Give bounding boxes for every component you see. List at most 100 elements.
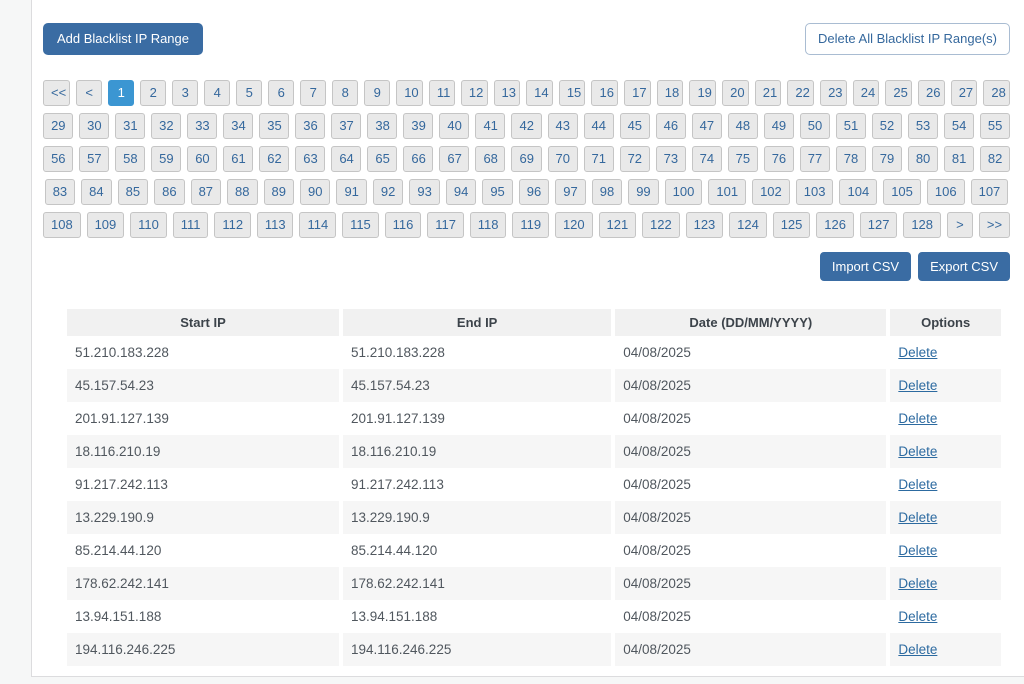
pagination-page-31[interactable]: 31 [115, 113, 145, 139]
pagination-page-114[interactable]: 114 [299, 212, 336, 238]
pagination-page-22[interactable]: 22 [787, 80, 814, 106]
add-blacklist-ip-range-button[interactable]: Add Blacklist IP Range [43, 23, 203, 55]
pagination-page-71[interactable]: 71 [584, 146, 614, 172]
pagination-page-85[interactable]: 85 [118, 179, 148, 205]
pagination-page-68[interactable]: 68 [475, 146, 505, 172]
pagination-page-121[interactable]: 121 [599, 212, 637, 238]
pagination-page-8[interactable]: 8 [332, 80, 358, 106]
pagination-page-108[interactable]: 108 [43, 212, 81, 238]
pagination-page-91[interactable]: 91 [336, 179, 366, 205]
pagination-next[interactable]: > [947, 212, 973, 238]
pagination-page-7[interactable]: 7 [300, 80, 326, 106]
pagination-page-87[interactable]: 87 [191, 179, 221, 205]
pagination-page-3[interactable]: 3 [172, 80, 198, 106]
pagination-page-81[interactable]: 81 [944, 146, 974, 172]
pagination-page-97[interactable]: 97 [555, 179, 585, 205]
pagination-page-66[interactable]: 66 [403, 146, 433, 172]
pagination-page-84[interactable]: 84 [81, 179, 111, 205]
pagination-page-98[interactable]: 98 [592, 179, 622, 205]
pagination-page-5[interactable]: 5 [236, 80, 262, 106]
pagination-page-14[interactable]: 14 [526, 80, 553, 106]
pagination-page-52[interactable]: 52 [872, 113, 902, 139]
pagination-page-47[interactable]: 47 [692, 113, 722, 139]
pagination-page-59[interactable]: 59 [151, 146, 181, 172]
pagination-page-51[interactable]: 51 [836, 113, 866, 139]
pagination-page-125[interactable]: 125 [773, 212, 811, 238]
pagination-page-61[interactable]: 61 [223, 146, 253, 172]
pagination-page-15[interactable]: 15 [559, 80, 586, 106]
pagination-page-92[interactable]: 92 [373, 179, 403, 205]
delete-link[interactable]: Delete [898, 642, 937, 657]
pagination-page-128[interactable]: 128 [903, 212, 941, 238]
pagination-page-4[interactable]: 4 [204, 80, 230, 106]
pagination-page-96[interactable]: 96 [519, 179, 549, 205]
pagination-page-50[interactable]: 50 [800, 113, 830, 139]
pagination-page-45[interactable]: 45 [620, 113, 650, 139]
pagination-first[interactable]: << [43, 80, 70, 106]
pagination-page-73[interactable]: 73 [656, 146, 686, 172]
pagination-page-89[interactable]: 89 [264, 179, 294, 205]
pagination-page-29[interactable]: 29 [43, 113, 73, 139]
pagination-page-105[interactable]: 105 [883, 179, 921, 205]
pagination-page-43[interactable]: 43 [548, 113, 578, 139]
pagination-page-12[interactable]: 12 [461, 80, 488, 106]
pagination-page-40[interactable]: 40 [439, 113, 469, 139]
pagination-page-82[interactable]: 82 [980, 146, 1010, 172]
pagination-page-21[interactable]: 21 [755, 80, 782, 106]
pagination-page-53[interactable]: 53 [908, 113, 938, 139]
pagination-page-74[interactable]: 74 [692, 146, 722, 172]
pagination-page-49[interactable]: 49 [764, 113, 794, 139]
pagination-page-70[interactable]: 70 [548, 146, 578, 172]
pagination-page-32[interactable]: 32 [151, 113, 181, 139]
delete-link[interactable]: Delete [898, 576, 937, 591]
delete-link[interactable]: Delete [898, 543, 937, 558]
pagination-page-118[interactable]: 118 [470, 212, 507, 238]
pagination-page-62[interactable]: 62 [259, 146, 289, 172]
delete-link[interactable]: Delete [898, 444, 937, 459]
pagination-page-28[interactable]: 28 [983, 80, 1010, 106]
delete-link[interactable]: Delete [898, 378, 937, 393]
pagination-page-86[interactable]: 86 [154, 179, 184, 205]
pagination-page-104[interactable]: 104 [839, 179, 877, 205]
pagination-page-112[interactable]: 112 [214, 212, 251, 238]
pagination-page-16[interactable]: 16 [591, 80, 618, 106]
pagination-page-24[interactable]: 24 [853, 80, 880, 106]
pagination-page-79[interactable]: 79 [872, 146, 902, 172]
pagination-page-64[interactable]: 64 [331, 146, 361, 172]
pagination-page-36[interactable]: 36 [295, 113, 325, 139]
pagination-page-115[interactable]: 115 [342, 212, 379, 238]
pagination-page-110[interactable]: 110 [130, 212, 167, 238]
pagination-page-83[interactable]: 83 [45, 179, 75, 205]
pagination-page-9[interactable]: 9 [364, 80, 390, 106]
pagination-page-95[interactable]: 95 [482, 179, 512, 205]
pagination-page-107[interactable]: 107 [971, 179, 1009, 205]
pagination-page-17[interactable]: 17 [624, 80, 651, 106]
import-csv-button[interactable]: Import CSV [820, 252, 911, 282]
pagination-page-42[interactable]: 42 [511, 113, 541, 139]
pagination-page-27[interactable]: 27 [951, 80, 978, 106]
pagination-page-34[interactable]: 34 [223, 113, 253, 139]
pagination-page-56[interactable]: 56 [43, 146, 73, 172]
export-csv-button[interactable]: Export CSV [918, 252, 1010, 282]
delete-link[interactable]: Delete [898, 477, 937, 492]
pagination-page-124[interactable]: 124 [729, 212, 767, 238]
pagination-page-44[interactable]: 44 [584, 113, 614, 139]
pagination-page-127[interactable]: 127 [860, 212, 898, 238]
pagination-page-90[interactable]: 90 [300, 179, 330, 205]
pagination-page-120[interactable]: 120 [555, 212, 593, 238]
pagination-page-1[interactable]: 1 [108, 80, 134, 106]
pagination-page-55[interactable]: 55 [980, 113, 1010, 139]
pagination-page-54[interactable]: 54 [944, 113, 974, 139]
pagination-page-99[interactable]: 99 [628, 179, 658, 205]
pagination-page-13[interactable]: 13 [494, 80, 521, 106]
pagination-last[interactable]: >> [979, 212, 1010, 238]
pagination-page-72[interactable]: 72 [620, 146, 650, 172]
pagination-page-116[interactable]: 116 [385, 212, 422, 238]
pagination-page-126[interactable]: 126 [816, 212, 854, 238]
pagination-page-100[interactable]: 100 [665, 179, 703, 205]
pagination-page-80[interactable]: 80 [908, 146, 938, 172]
pagination-page-20[interactable]: 20 [722, 80, 749, 106]
delete-link[interactable]: Delete [898, 411, 937, 426]
delete-link[interactable]: Delete [898, 510, 937, 525]
pagination-page-67[interactable]: 67 [439, 146, 469, 172]
